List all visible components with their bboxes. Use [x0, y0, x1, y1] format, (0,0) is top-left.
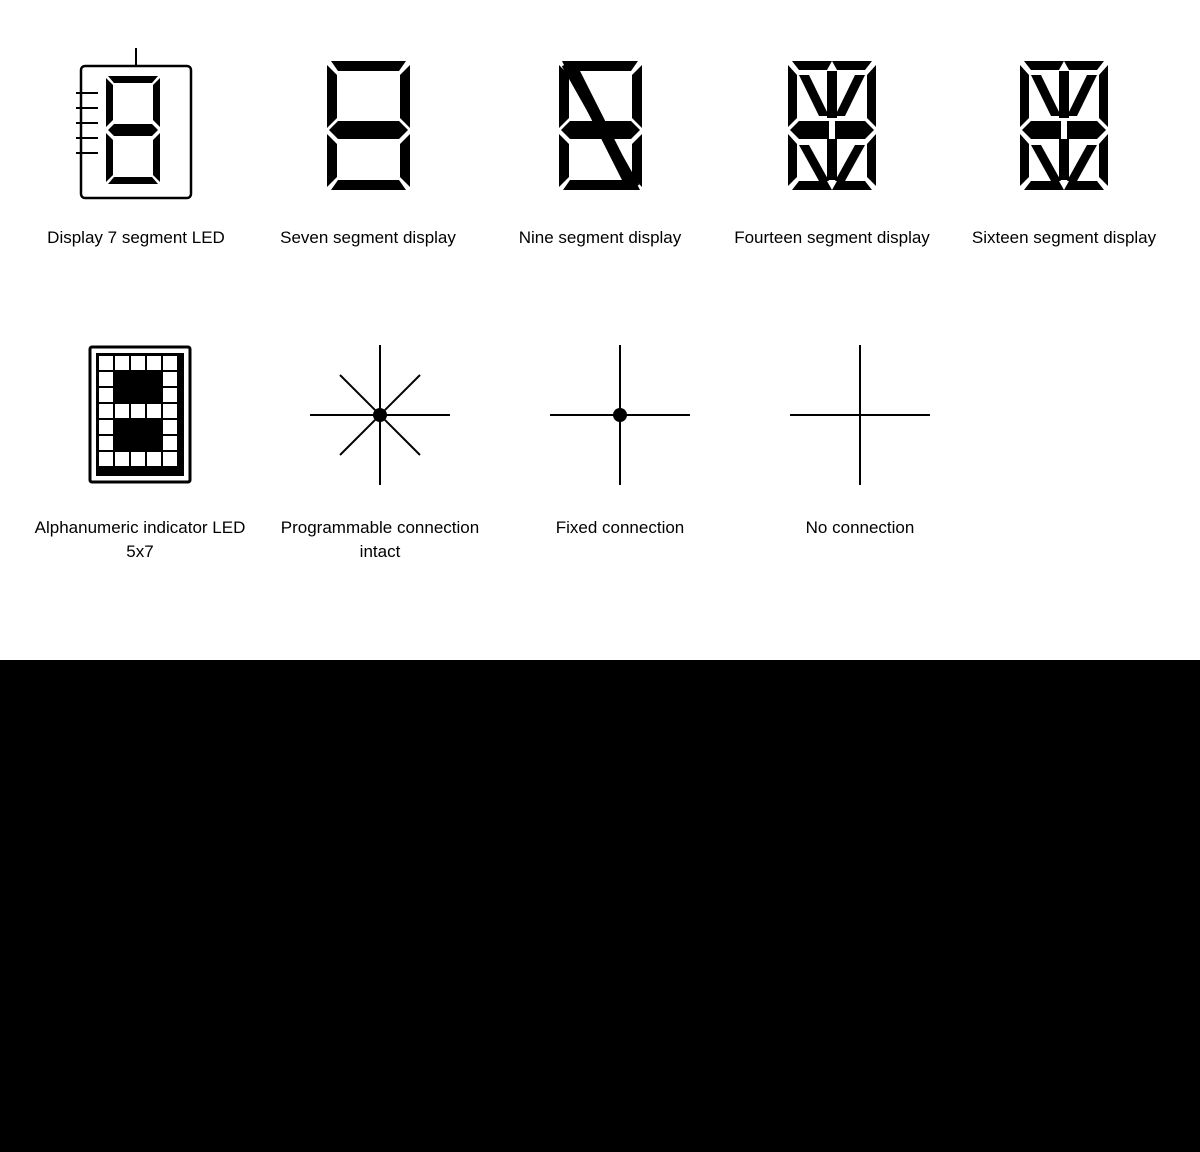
icon-display-7seg-led: [51, 40, 221, 210]
label-fixed-connection: Fixed connection: [556, 516, 685, 540]
label-seven-segment: Seven segment display: [280, 226, 456, 250]
item-no-connection: No connection: [750, 330, 970, 540]
icon-programmable-connection: [295, 330, 465, 500]
icon-fixed-connection: [535, 330, 705, 500]
icon-nine-segment: [515, 40, 685, 210]
label-alphanumeric: Alphanumeric indicator LED 5x7: [30, 516, 250, 564]
item-seven-segment: Seven segment display: [262, 40, 474, 250]
label-programmable-connection: Programmable connection intact: [270, 516, 490, 564]
item-sixteen-segment: Sixteen segment display: [958, 40, 1170, 250]
label-sixteen-segment: Sixteen segment display: [972, 226, 1156, 250]
bottom-black-area: [0, 660, 1200, 1152]
label-fourteen-segment: Fourteen segment display: [734, 226, 930, 250]
item-fourteen-segment: Fourteen segment display: [726, 40, 938, 250]
icon-no-connection: [775, 330, 945, 500]
icon-seven-segment: [283, 40, 453, 210]
label-no-connection: No connection: [806, 516, 915, 540]
label-display-7seg-led: Display 7 segment LED: [47, 226, 225, 250]
item-nine-segment: Nine segment display: [494, 40, 706, 250]
item-display-7seg-led: Display 7 segment LED: [30, 40, 242, 250]
label-nine-segment: Nine segment display: [519, 226, 682, 250]
item-fixed-connection: Fixed connection: [510, 330, 730, 540]
row-2: Alphanumeric indicator LED 5x7 Programma…: [0, 290, 1200, 594]
icon-alphanumeric: [55, 330, 225, 500]
item-alphanumeric: Alphanumeric indicator LED 5x7: [30, 330, 250, 564]
item-programmable-connection: Programmable connection intact: [270, 330, 490, 564]
icon-sixteen-segment: [979, 40, 1149, 210]
icon-fourteen-segment: [747, 40, 917, 210]
row-1: Display 7 segment LED: [0, 0, 1200, 280]
